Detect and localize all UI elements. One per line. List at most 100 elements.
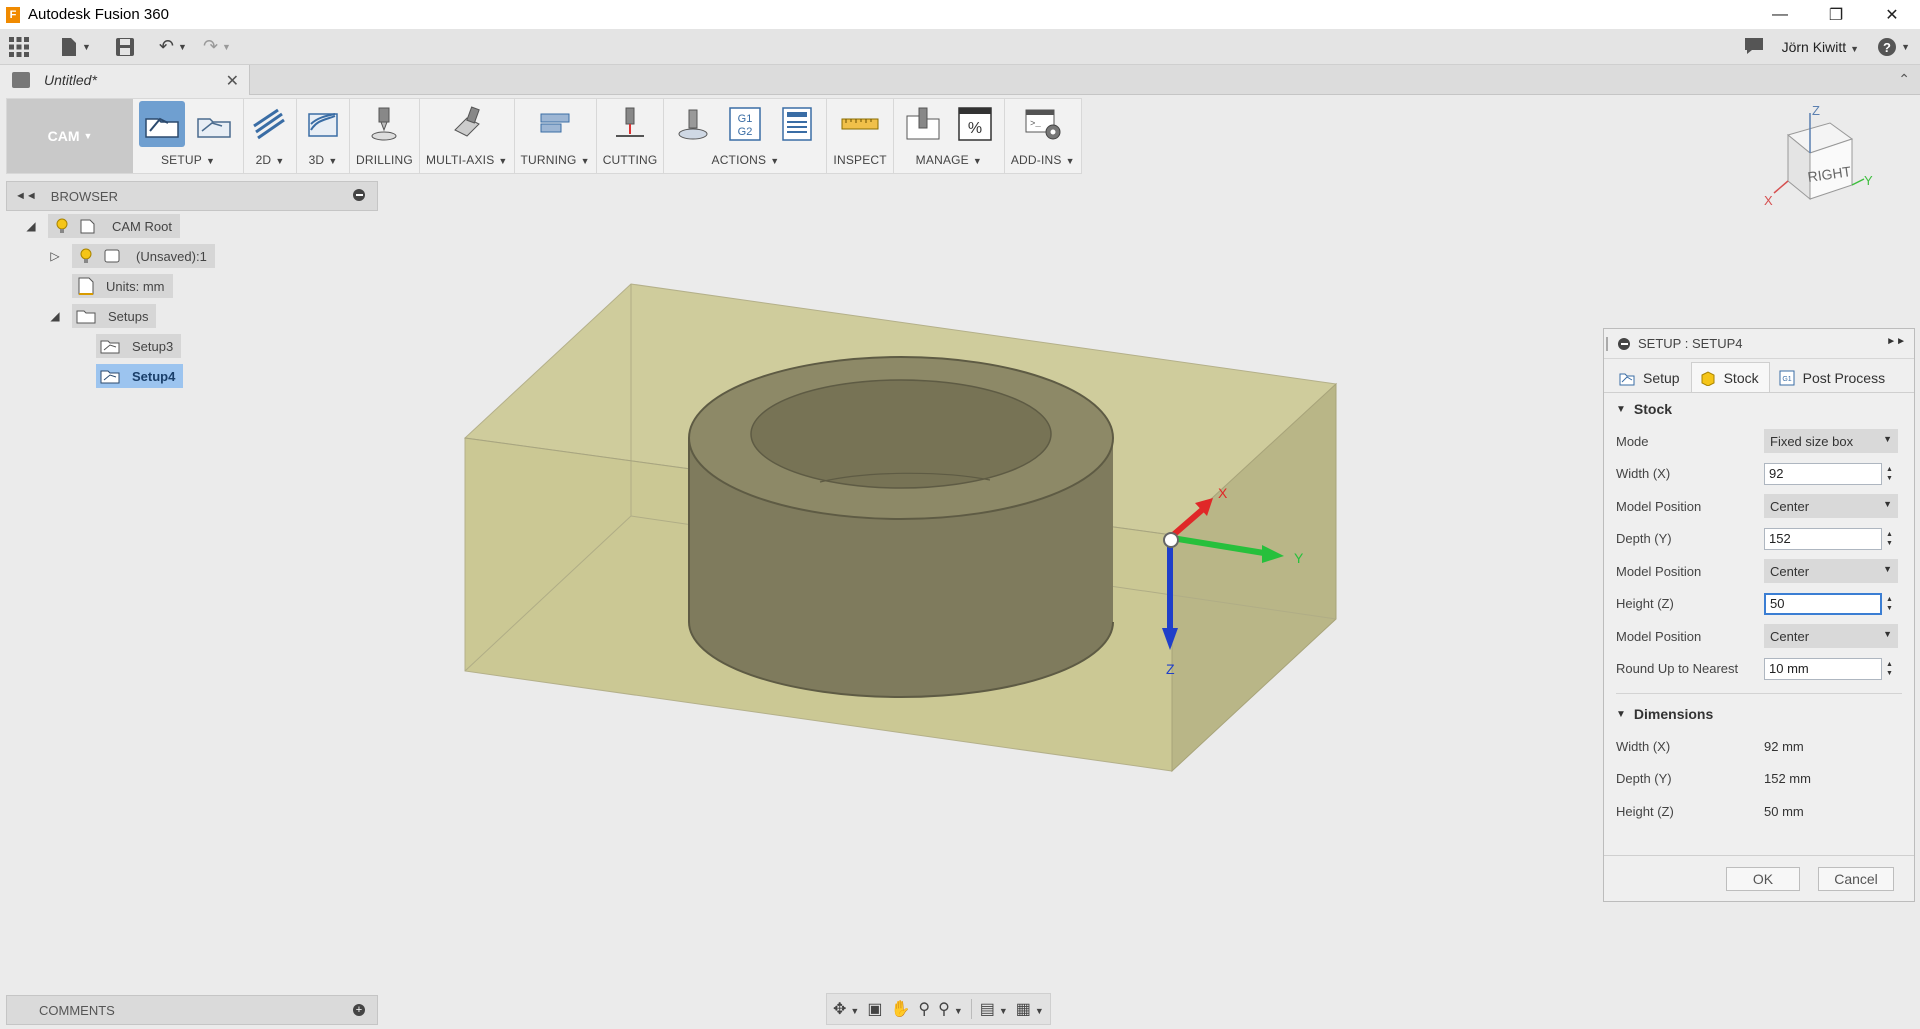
tree-node-setups[interactable]: ◢ Setups [48,304,157,328]
3d-group[interactable]: 3D ▼ [297,99,350,173]
width-input[interactable]: 92 [1764,462,1882,485]
grid-settings-icon[interactable]: ▦ ▼ [1016,999,1044,1019]
turning-icon[interactable] [532,101,578,147]
setup-folder-icon[interactable] [191,101,237,147]
tab-post-process-label: Post Process [1802,369,1886,386]
lightbulb-icon[interactable] [52,218,72,234]
tree-node-units[interactable]: Units: mm [72,274,173,298]
dialog-collapse-icon[interactable] [1618,337,1630,350]
collapse-triangle-icon[interactable]: ◢ [24,219,38,233]
tab-stock[interactable]: Stock [1690,362,1770,392]
manage-group[interactable]: % MANAGE ▼ [894,99,1005,173]
tree-node-setup4[interactable]: Setup4 [96,364,184,388]
fit-icon[interactable]: ⚲ ▼ [938,999,963,1019]
2d-group[interactable]: 2D ▼ [244,99,297,173]
section-collapse-icon[interactable]: ▼ [1616,404,1626,415]
dropdown-arrow-icon: ▼ [1883,629,1892,640]
notifications-icon[interactable] [1744,37,1764,58]
section-divider [1616,693,1902,694]
actions-group[interactable]: G1 G2 ACTIONS ▼ [664,99,828,173]
folder-icon [76,308,96,324]
zoom-icon[interactable]: ⚲ [918,999,930,1019]
section-collapse-icon[interactable]: ▼ [1616,709,1626,720]
round-up-input[interactable]: 10 mm [1764,657,1882,680]
height-input[interactable]: 50 [1764,592,1882,615]
model-position-select-z[interactable]: Center ▼ [1764,624,1898,649]
turning-group[interactable]: TURNING ▼ [515,99,597,173]
depth-spinner[interactable]: ▲ ▼ [1886,530,1893,548]
expand-triangle-icon[interactable]: ▷ [48,249,62,263]
pan-icon[interactable]: ✋ [890,999,910,1019]
cutting-icon[interactable] [607,101,653,147]
save-icon[interactable] [107,29,143,65]
setup-group[interactable]: SETUP ▼ [133,99,244,173]
model-position-select-x[interactable]: Center ▼ [1764,494,1898,519]
document-tab[interactable]: Untitled* ✕ [0,65,250,95]
tree-node-cam-root[interactable]: ◢ CAM Root [24,214,180,238]
post-process-g1g2-icon[interactable]: G1 G2 [722,101,768,147]
simulate-icon[interactable] [670,101,716,147]
scripts-addins-icon[interactable]: >_ [1020,101,1066,147]
template-library-icon[interactable]: % [952,101,998,147]
3d-toolpath-icon[interactable] [303,101,343,147]
comments-panel[interactable]: COMMENTS + [6,995,378,1025]
add-ins-group[interactable]: >_ ADD-INS ▼ [1005,99,1081,173]
add-comment-icon[interactable]: + [353,1004,365,1016]
dropdown-arrow-icon: ▼ [1883,564,1892,575]
round-up-label: Round Up to Nearest [1616,661,1739,677]
cutting-group[interactable]: CUTTING [597,99,665,173]
multi-axis-icon[interactable] [444,101,490,147]
model-position-select-y[interactable]: Center ▼ [1764,559,1898,584]
orbit-icon[interactable]: ✥ ▼ [833,999,859,1019]
view-cube[interactable]: RIGHT Z X Y [1760,103,1880,225]
browser-minimize-icon[interactable] [353,189,365,201]
cutting-label: CUTTING [602,153,658,167]
browser-header[interactable]: ◄◄ BROWSER [6,181,378,211]
tool-library-icon[interactable] [900,101,946,147]
undo-icon[interactable]: ↶ ▼ [151,29,195,65]
inspect-group[interactable]: INSPECT [827,99,894,173]
drilling-icon[interactable] [361,101,407,147]
dialog-expand-icon[interactable]: ►► [1886,336,1906,347]
depth-input[interactable]: 152 [1764,527,1882,550]
display-settings-icon[interactable]: ▤ ▼ [980,999,1008,1019]
width-spinner[interactable]: ▲ ▼ [1886,465,1893,483]
drilling-group[interactable]: DRILLING [350,99,420,173]
tree-node-setup3[interactable]: Setup3 [96,334,182,358]
redo-icon[interactable]: ↷ ▼ [195,29,239,65]
multi-axis-group[interactable]: MULTI-AXIS ▼ [420,99,515,173]
lightbulb-icon[interactable] [76,248,96,264]
file-menu-button[interactable]: ▼ [52,29,99,65]
mode-select[interactable]: Fixed size box ▼ [1764,429,1898,454]
triad-origin-handle[interactable] [1163,532,1179,548]
dialog-handle-icon[interactable] [1606,336,1608,351]
setup-sheet-icon[interactable] [774,101,820,147]
restore-button[interactable]: ❐ [1808,0,1864,29]
cancel-button[interactable]: Cancel [1818,866,1894,891]
stock-section-header[interactable]: ▼ Stock [1604,393,1914,425]
tab-setup[interactable]: Setup [1610,362,1691,392]
dimensions-section-header[interactable]: ▼ Dimensions [1604,698,1914,730]
tree-node-unsaved[interactable]: ▷ (Unsaved):1 [48,244,215,268]
round-up-spinner[interactable]: ▲ ▼ [1886,660,1893,678]
viewcube-axis-y: Y [1864,173,1873,188]
ok-button[interactable]: OK [1726,866,1800,891]
data-panel-grid-icon[interactable] [0,29,38,65]
3d-viewport[interactable]: X Y Z [440,270,1360,790]
2d-toolpath-icon[interactable] [250,101,290,147]
minimize-button[interactable]: — [1752,0,1808,29]
help-icon[interactable]: ? ▼ [1877,37,1910,57]
new-setup-icon[interactable] [139,101,185,147]
close-window-button[interactable]: ✕ [1864,0,1920,29]
component-icon [102,248,122,264]
tab-post-process[interactable]: G1 Post Process [1770,362,1896,392]
height-spinner[interactable]: ▲ ▼ [1886,595,1893,613]
user-menu[interactable]: Jörn Kiwitt ▼ [1782,39,1860,55]
measure-icon[interactable] [837,101,883,147]
collapse-toolbar-icon[interactable]: ⌃ [1898,71,1910,88]
browser-collapse-icon[interactable]: ◄◄ [15,190,37,202]
look-at-icon[interactable]: ▣ [867,999,882,1019]
close-tab-icon[interactable]: ✕ [226,71,239,91]
workspace-switcher[interactable]: CAM ▼ [7,99,133,173]
collapse-triangle-icon[interactable]: ◢ [48,309,62,323]
